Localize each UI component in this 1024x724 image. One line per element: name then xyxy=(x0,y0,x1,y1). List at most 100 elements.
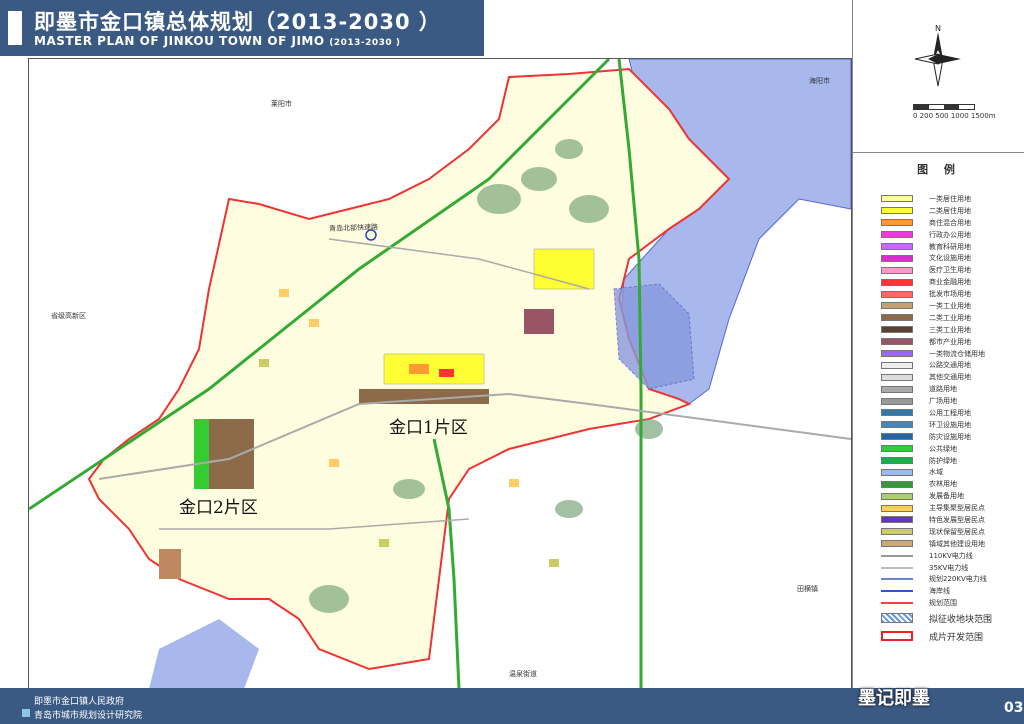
legend-swatch xyxy=(881,445,913,453)
jinkou1-mixed xyxy=(409,364,429,374)
legend-swatch xyxy=(881,266,913,274)
legend-item: 拟征收地块范围 xyxy=(881,609,992,627)
institute-logo-icon xyxy=(22,709,30,717)
legend-swatch xyxy=(881,468,913,476)
legend-label: 110KV电力线 xyxy=(929,551,973,560)
legend-item: 教育科研用地 xyxy=(881,241,992,253)
legend-item: 现状保留型居民点 xyxy=(881,526,992,538)
legend-swatch xyxy=(881,457,913,465)
legend-swatch xyxy=(881,540,913,548)
legend-label: 防灾设施用地 xyxy=(929,432,971,441)
legend-swatch xyxy=(881,290,913,298)
legend-swatch xyxy=(881,554,913,557)
legend-item: 防护绿地 xyxy=(881,455,992,467)
legend-item: 公路交通用地 xyxy=(881,359,992,371)
legend-item: 特色发展型居民点 xyxy=(881,514,992,526)
legend-swatch xyxy=(881,302,913,310)
legend-item: 广场用地 xyxy=(881,395,992,407)
legend-item: 成片开发范围 xyxy=(881,627,992,645)
legend-swatch xyxy=(881,219,913,227)
legend-label: 都市产业用地 xyxy=(929,337,971,346)
legend-swatch xyxy=(881,590,913,593)
legend-label: 主导集聚型居民点 xyxy=(929,504,985,513)
map-subtitle-text: MASTER PLAN OF JINKOU TOWN OF JIMO xyxy=(34,34,325,48)
legend-label: 广场用地 xyxy=(929,397,957,406)
legend-swatch xyxy=(881,613,913,624)
legend-item: 35KV电力线 xyxy=(881,562,992,574)
legend-swatch xyxy=(881,254,913,262)
legend-label: 35KV电力线 xyxy=(929,563,969,572)
scale-text: 0 200 500 1000 1500m xyxy=(913,112,996,120)
legend-label: 行政办公用地 xyxy=(929,230,971,239)
legend-swatch xyxy=(881,314,913,322)
legend-item: 三类工业用地 xyxy=(881,324,992,336)
label-wenquan: 温泉街道 xyxy=(509,670,537,678)
legend-label: 公用工程用地 xyxy=(929,408,971,417)
legend-item: 批发市场用地 xyxy=(881,288,992,300)
legend-item: 文化设施用地 xyxy=(881,252,992,264)
legend-swatch xyxy=(881,361,913,369)
village xyxy=(279,289,289,297)
legend-item: 一类居住用地 xyxy=(881,193,992,205)
legend-label: 规划220KV电力线 xyxy=(929,575,987,584)
legend-label: 规划范围 xyxy=(929,599,957,608)
legend-label: 文化设施用地 xyxy=(929,254,971,263)
title-marker xyxy=(8,11,22,45)
legend-label: 医疗卫生用地 xyxy=(929,266,971,275)
legend-swatch xyxy=(881,504,913,512)
legend-list: 一类居住用地 二类居住用地 商住混合用地 行政办公用地教育科研用地 文化设施用地 医疗卫生… xyxy=(881,193,992,645)
label-provincial-zone: 省级高新区 xyxy=(51,312,86,320)
legend-item: 其他交通用地 xyxy=(881,371,992,383)
map-area[interactable]: 莱阳市 海阳市 田横镇 温泉街道 省级高新区 青岛北部快速路 金口1片区 金口2… xyxy=(28,58,852,690)
legend-item: 行政办公用地 xyxy=(881,229,992,241)
legend-label: 一类物流仓储用地 xyxy=(929,349,985,358)
legend-label: 三类工业用地 xyxy=(929,325,971,334)
footer-org-1: 即墨市金口镇人民政府 xyxy=(34,697,125,707)
forest-patch xyxy=(555,139,583,159)
legend-item: 环卫设施用地 xyxy=(881,419,992,431)
legend-swatch xyxy=(881,492,913,500)
legend-label: 成片开发范围 xyxy=(929,632,984,643)
legend-item: 水域 xyxy=(881,466,992,478)
legend-swatch xyxy=(881,195,913,203)
legend-label: 水域 xyxy=(929,468,943,477)
legend-label: 商住混合用地 xyxy=(929,218,971,227)
legend-label: 环卫设施用地 xyxy=(929,420,971,429)
legend-swatch xyxy=(881,338,913,346)
legend-swatch xyxy=(881,409,913,417)
legend-item: 规划220KV电力线 xyxy=(881,574,992,586)
legend-item: 主导集聚型居民点 xyxy=(881,502,992,514)
legend-swatch xyxy=(881,278,913,286)
legend-label: 二类工业用地 xyxy=(929,313,971,322)
legend-item: 公用工程用地 xyxy=(881,407,992,419)
legend-label: 道路用地 xyxy=(929,385,957,394)
forest-patch xyxy=(521,167,557,191)
legend-label: 农林用地 xyxy=(929,480,957,489)
legend-label: 二类居住用地 xyxy=(929,206,971,215)
legend-label: 其他交通用地 xyxy=(929,373,971,382)
legend-label: 特色发展型居民点 xyxy=(929,515,985,524)
scale-bar: 0 200 500 1000 1500m xyxy=(913,104,996,120)
forest-patch xyxy=(477,184,521,214)
legend-swatch xyxy=(881,480,913,488)
legend-swatch xyxy=(881,231,913,239)
village xyxy=(259,359,269,367)
jinkou1-commercial xyxy=(439,369,454,377)
forest-patch xyxy=(309,585,349,613)
legend-label: 防护绿地 xyxy=(929,456,957,465)
scale-bar-graphic xyxy=(913,104,975,110)
page-number: 03 xyxy=(1004,700,1024,716)
label-laiyang: 莱阳市 xyxy=(271,100,292,108)
legend-label: 一类工业用地 xyxy=(929,301,971,310)
legend-swatch xyxy=(881,516,913,524)
legend-item: 一类工业用地 xyxy=(881,300,992,312)
legend-panel: N 0 200 500 1000 1500m 图 例 一类居住用地 二类居住用地商… xyxy=(852,0,1024,688)
watermark: 墨记即墨 xyxy=(858,688,930,709)
compass-north-label: N xyxy=(935,24,941,33)
legend-label: 海岸线 xyxy=(929,587,950,596)
legend-swatch xyxy=(881,602,913,605)
jinkou1-residential xyxy=(383,353,485,385)
legend-item: 医疗卫生用地 xyxy=(881,264,992,276)
jinkou2-green xyxy=(194,419,209,489)
legend-item: 商住混合用地 xyxy=(881,217,992,229)
